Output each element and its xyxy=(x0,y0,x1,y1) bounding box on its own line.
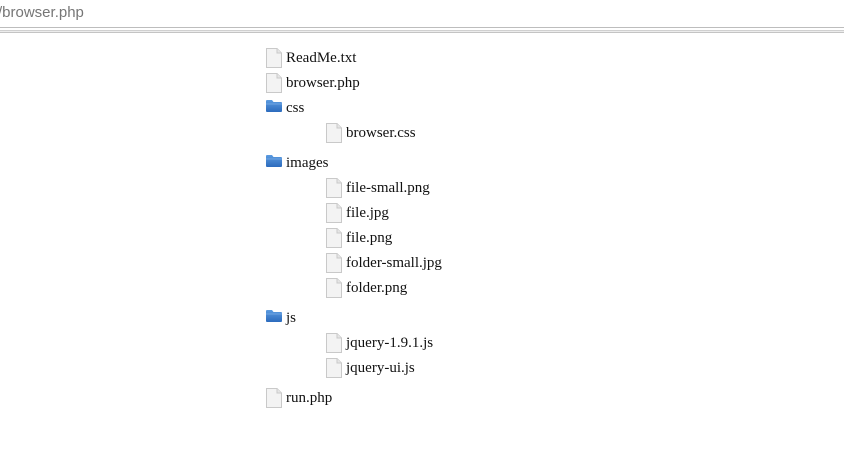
toolbar-divider xyxy=(0,30,844,33)
tree-item-jquery-ui-js[interactable]: jquery-ui.js xyxy=(326,355,442,380)
file-name: folder-small.jpg xyxy=(346,254,442,271)
file-name: ReadMe.txt xyxy=(286,49,357,66)
tree-item-jquery-1-9-1-js[interactable]: jquery-1.9.1.js xyxy=(326,330,442,355)
file-name: jquery-ui.js xyxy=(346,359,415,376)
tree-folder-css[interactable]: css browser.css xyxy=(266,95,442,145)
folder-icon xyxy=(266,99,282,112)
tree-item-run-php[interactable]: run.php xyxy=(266,385,442,410)
folder-children: file-small.png file.jpg file.png folder-… xyxy=(266,175,442,300)
folder-icon xyxy=(266,154,282,167)
file-icon xyxy=(326,227,342,248)
folder-children: jquery-1.9.1.js jquery-ui.js xyxy=(266,330,442,380)
tree-item-browser-css[interactable]: browser.css xyxy=(326,120,442,145)
file-icon xyxy=(326,357,342,378)
tree-item-file-jpg[interactable]: file.jpg xyxy=(326,200,442,225)
file-icon xyxy=(266,387,282,408)
folder-name: images xyxy=(286,154,329,171)
tree-item-folder-png[interactable]: folder.png xyxy=(326,275,442,300)
file-name: browser.php xyxy=(286,74,360,91)
file-name: jquery-1.9.1.js xyxy=(346,334,434,351)
file-icon xyxy=(326,177,342,198)
tree-folder-images[interactable]: images file-small.png file.jpg file.png xyxy=(266,150,442,300)
tree-item-browser-php[interactable]: browser.php xyxy=(266,70,442,95)
file-name: folder.png xyxy=(346,279,408,296)
file-icon xyxy=(326,122,342,143)
file-name: browser.css xyxy=(346,124,416,141)
tree-item-file-small-png[interactable]: file-small.png xyxy=(326,175,442,200)
file-name: run.php xyxy=(286,389,333,406)
tree-folder-js[interactable]: js jquery-1.9.1.js jquery-ui.js xyxy=(266,305,442,380)
tree-item-file-png[interactable]: file.png xyxy=(326,225,442,250)
file-icon xyxy=(326,332,342,353)
tree-item-folder-small-jpg[interactable]: folder-small.jpg xyxy=(326,250,442,275)
file-tree: ReadMe.txt browser.php css browser.css i… xyxy=(266,45,442,410)
folder-children: browser.css xyxy=(266,120,442,145)
file-icon xyxy=(326,202,342,223)
folder-name: css xyxy=(286,99,305,116)
folder-icon xyxy=(266,309,282,322)
file-icon xyxy=(266,47,282,68)
file-name: file.jpg xyxy=(346,204,389,221)
file-name: file.png xyxy=(346,229,393,246)
address-bar[interactable]: /browser.php xyxy=(0,0,844,28)
file-icon xyxy=(326,252,342,273)
file-name: file-small.png xyxy=(346,179,430,196)
file-icon xyxy=(266,72,282,93)
address-url-text[interactable]: /browser.php xyxy=(0,4,84,21)
tree-item-readme-txt[interactable]: ReadMe.txt xyxy=(266,45,442,70)
folder-name: js xyxy=(286,309,297,326)
file-icon xyxy=(326,277,342,298)
